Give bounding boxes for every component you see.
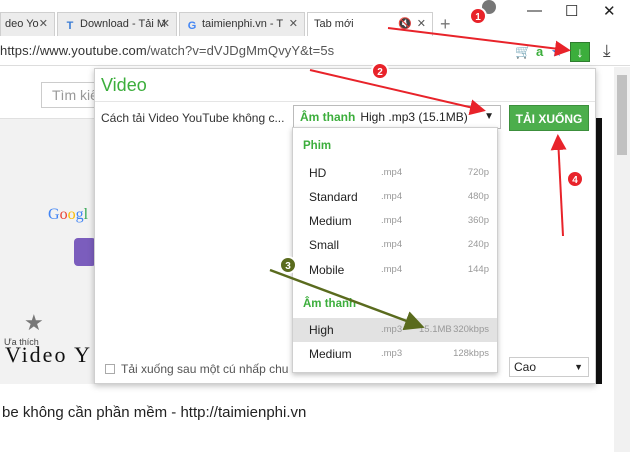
tab-label: Tab mới bbox=[314, 18, 354, 30]
option-name: Standard bbox=[309, 190, 358, 204]
format-dropdown: Phim HD .mp4 720p Standard .mp4 480p Medium.… bbox=[292, 127, 498, 373]
logo-letter: G bbox=[48, 206, 60, 223]
option-name: Small bbox=[309, 238, 340, 252]
video-description: be không cần phần mềm - http://taimienph… bbox=[2, 404, 307, 421]
option-quality: 480p bbox=[467, 191, 489, 202]
step-badge-3: 3 bbox=[279, 256, 297, 274]
option-ext: .mp4 bbox=[381, 239, 403, 250]
chevron-down-icon: ▼ bbox=[574, 362, 583, 372]
option-video-hd[interactable]: HD .mp4 720p bbox=[293, 161, 497, 185]
url-field[interactable]: https://www.youtube.com/watch?v=dVJDgMmQ… bbox=[0, 43, 334, 58]
logo-letter: l bbox=[83, 206, 89, 223]
group-label-video: Phim bbox=[303, 140, 332, 152]
tab-taimienphi[interactable]: Gtaimienphi.vn - T ✕ bbox=[179, 12, 305, 36]
option-ext: .mp4 bbox=[381, 264, 403, 275]
divider bbox=[95, 101, 595, 102]
option-video-mobile[interactable]: Mobile .mp4 144p bbox=[293, 258, 497, 282]
google-logo: Googl bbox=[48, 206, 88, 224]
chevron-down-icon: ▼ bbox=[484, 111, 494, 122]
quality-value: Cao bbox=[514, 360, 537, 374]
option-video-standard[interactable]: Standard .mp4 480p bbox=[293, 185, 497, 209]
option-quality: 240p bbox=[467, 239, 489, 250]
maximize-icon[interactable]: ☐ bbox=[565, 2, 578, 20]
option-name: Medium bbox=[309, 214, 352, 228]
close-icon[interactable]: ✕ bbox=[289, 13, 298, 35]
option-name: High bbox=[309, 323, 334, 337]
logo-letter: o bbox=[67, 206, 76, 223]
option-video-medium[interactable]: Medium .mp4 360p bbox=[293, 209, 497, 233]
option-size: 15.1MB bbox=[419, 324, 452, 335]
option-ext: .mp4 bbox=[381, 167, 403, 178]
option-video-small[interactable]: Small .mp4 240p bbox=[293, 233, 497, 257]
step-badge-2: 2 bbox=[371, 62, 389, 80]
format-selected-value: High .mp3 (15.1MB) bbox=[360, 110, 468, 124]
step-badge-4: 4 bbox=[566, 170, 584, 188]
frame-border bbox=[596, 118, 602, 384]
close-window-icon[interactable]: ✕ bbox=[603, 2, 616, 20]
screenshot-root: deo Yo ✕ T Download - Tải M ✕ Gtaimienphi… bbox=[0, 0, 630, 452]
option-ext: .mp4 bbox=[381, 191, 403, 202]
tab-label: deo Yo bbox=[5, 18, 39, 30]
mute-icon[interactable]: 🔇 bbox=[398, 13, 412, 35]
option-quality: 128kbps bbox=[453, 348, 489, 359]
format-group-label: Âm thanh bbox=[300, 110, 356, 124]
auto-download-label: Tải xuống sau một cú nhấp chu bbox=[121, 362, 289, 376]
close-icon[interactable]: ✕ bbox=[161, 13, 170, 35]
tab-youtube[interactable]: deo Yo ✕ bbox=[0, 12, 55, 36]
group-label-audio: Âm thanh bbox=[303, 298, 357, 310]
tab-download[interactable]: T Download - Tải M ✕ bbox=[57, 12, 177, 36]
video-banner-text: Video Y bbox=[5, 342, 93, 367]
format-select[interactable]: Âm thanh High .mp3 (15.1MB) ▼ bbox=[293, 105, 501, 129]
option-name: Medium bbox=[309, 347, 352, 361]
close-icon[interactable]: ✕ bbox=[39, 13, 48, 35]
url-host: https://www.youtube.com bbox=[0, 43, 147, 58]
checkbox[interactable] bbox=[105, 364, 115, 374]
scrollbar-thumb[interactable] bbox=[617, 75, 627, 155]
cart-icon[interactable]: 🛒 bbox=[515, 44, 531, 60]
close-icon[interactable]: ✕ bbox=[417, 13, 426, 35]
downloads-icon[interactable]: ⤓ bbox=[603, 41, 611, 61]
option-quality: 360p bbox=[467, 215, 489, 226]
video-downloader-extension-icon[interactable]: ↓ bbox=[570, 42, 590, 62]
option-audio-medium[interactable]: Medium .mp3 128kbps bbox=[293, 342, 497, 366]
logo-letter: g bbox=[75, 206, 84, 223]
tab-new[interactable]: Tab mới 🔇 ✕ bbox=[307, 12, 433, 36]
option-name: HD bbox=[309, 166, 327, 180]
extension-a-icon[interactable]: a bbox=[536, 44, 543, 59]
video-name: Cách tải Video YouTube không c... bbox=[101, 111, 285, 125]
step-badge-1: 1 bbox=[469, 7, 487, 25]
tab-strip: deo Yo ✕ T Download - Tải M ✕ Gtaimienphi… bbox=[0, 0, 630, 36]
tab-label: taimienphi.vn - T bbox=[202, 18, 284, 30]
option-quality: 320kbps bbox=[453, 324, 489, 335]
star-icon: ★ bbox=[24, 310, 44, 335]
address-bar: https://www.youtube.com/watch?v=dVJDgMmQ… bbox=[0, 36, 630, 66]
minimize-icon[interactable]: — bbox=[527, 2, 542, 19]
logo-letter: o bbox=[59, 206, 68, 223]
app-icon bbox=[74, 238, 96, 266]
popup-title: Video bbox=[101, 75, 147, 95]
tab-label: Download - Tải M bbox=[80, 18, 166, 30]
option-audio-high[interactable]: High .mp3 15.1MB 320kbps bbox=[293, 318, 497, 342]
google-icon: G bbox=[187, 20, 197, 32]
url-path: /watch?v=dVJDgMmQvyY&t=5s bbox=[146, 43, 335, 58]
option-ext: .mp3 bbox=[381, 324, 403, 335]
option-ext: .mp3 bbox=[381, 348, 403, 359]
bookmark-star-icon[interactable]: ★ bbox=[551, 44, 563, 60]
option-ext: .mp4 bbox=[381, 215, 403, 226]
option-quality: 144p bbox=[467, 264, 489, 275]
auto-download-option[interactable]: Tải xuống sau một cú nhấp chu bbox=[105, 362, 288, 376]
quality-select[interactable]: Cao ▼ bbox=[509, 357, 589, 377]
download-button[interactable]: TẢI XUỐNG bbox=[509, 105, 589, 131]
t-icon: T bbox=[66, 20, 74, 32]
new-tab-icon[interactable]: + bbox=[440, 14, 451, 35]
option-quality: 720p bbox=[467, 167, 489, 178]
option-name: Mobile bbox=[309, 263, 345, 277]
